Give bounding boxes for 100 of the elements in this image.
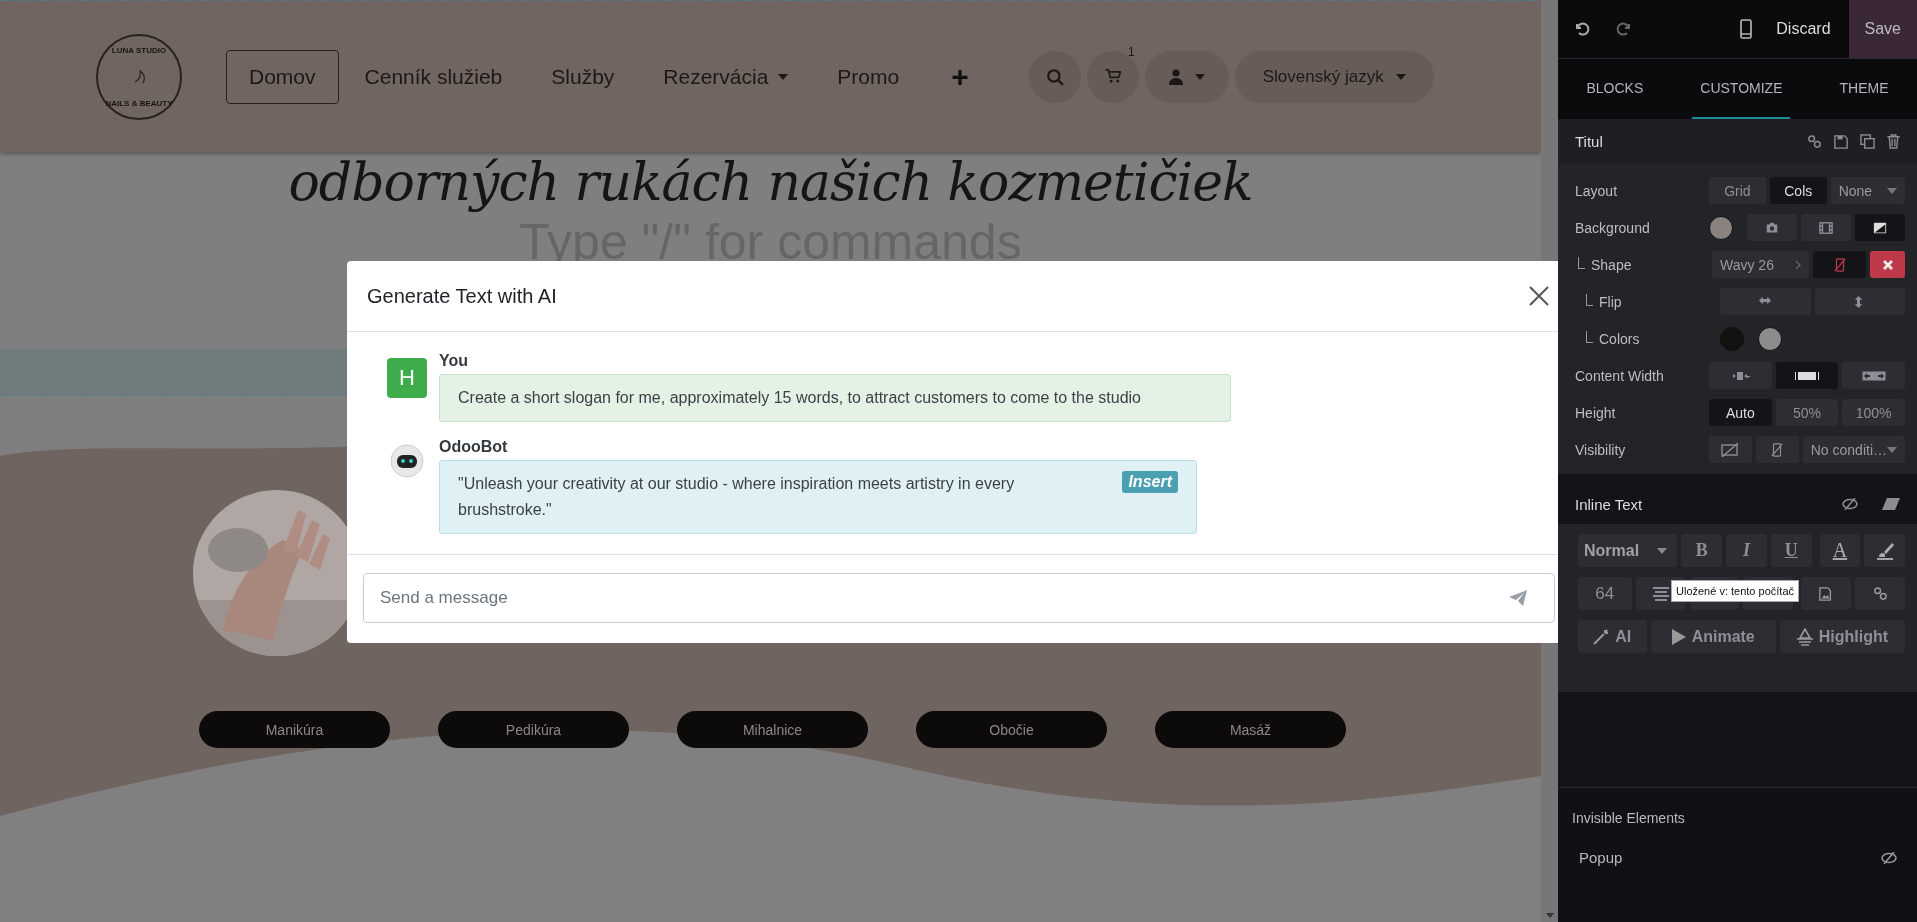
nav-link[interactable]: Domov	[226, 49, 339, 104]
service-button[interactable]: Mihalnice	[677, 711, 868, 748]
option-label: Background	[1575, 219, 1650, 236]
gradient-icon	[1871, 220, 1889, 235]
caret-icon	[1887, 187, 1897, 194]
close-icon	[1529, 286, 1549, 306]
user-avatar: H	[387, 358, 427, 398]
color-swatch[interactable]	[1709, 215, 1733, 240]
eraser-icon	[1882, 498, 1900, 510]
option-label: Shape	[1591, 256, 1632, 273]
delete-button[interactable]	[1887, 134, 1900, 149]
service-button[interactable]: Manikúra	[199, 711, 390, 748]
message-author: OdooBot	[439, 438, 508, 456]
tree-branch-icon	[1578, 256, 1585, 269]
message-text: "Unleash your creativity at our studio - where inspiration meets artistry in every brushstroke."	[458, 474, 1016, 520]
panel-tab[interactable]: THEME	[1831, 59, 1897, 119]
option-label: Visibility	[1575, 441, 1626, 458]
message-author: You	[439, 352, 469, 370]
icon-toggle[interactable]	[1855, 214, 1905, 241]
color-swatch[interactable]	[1720, 326, 1744, 351]
font-color-button[interactable]: A	[1819, 534, 1861, 567]
discard-button[interactable]: Discard	[1752, 0, 1849, 58]
align-icon	[1651, 586, 1670, 601]
icon-toggle[interactable]	[1720, 288, 1811, 315]
eye-off-icon	[1721, 442, 1740, 457]
invisible-element-item[interactable]: Popup	[1572, 848, 1903, 867]
play-icon	[1671, 628, 1686, 645]
hide-button[interactable]	[1842, 498, 1858, 510]
option-label: Layout	[1575, 182, 1618, 199]
nav-link[interactable]: Služby	[528, 49, 638, 104]
highlight-color-button[interactable]	[1864, 534, 1905, 567]
icon-toggle[interactable]	[1747, 214, 1797, 241]
trash-icon	[1887, 134, 1900, 149]
service-button[interactable]: Obočie	[916, 711, 1107, 748]
segment-option[interactable]: 50%	[1775, 399, 1839, 426]
icon-toggle[interactable]	[1709, 362, 1772, 389]
dropdown[interactable]: None	[1830, 177, 1905, 204]
service-button[interactable]: Pedikúra	[438, 711, 629, 748]
segment-option[interactable]: Cols	[1769, 177, 1827, 204]
format-button[interactable]: U	[1770, 534, 1812, 567]
dropdown[interactable]: No conditi…	[1802, 436, 1905, 463]
message-input[interactable]: Send a message	[363, 573, 1555, 623]
add-menu-item[interactable]: +	[951, 59, 969, 94]
save-block-button[interactable]	[1834, 134, 1848, 149]
segment-option[interactable]: Auto	[1709, 399, 1772, 426]
remove-button[interactable]	[1870, 251, 1905, 278]
image-button[interactable]	[1801, 577, 1852, 610]
redo-icon	[1616, 21, 1632, 37]
eraser-button[interactable]	[1882, 498, 1900, 510]
cart-icon	[1104, 69, 1121, 84]
text-style-dropdown[interactable]: Normal	[1578, 534, 1678, 567]
icon-toggle[interactable]	[1814, 288, 1905, 315]
action-button[interactable]: Highlight	[1779, 620, 1905, 653]
icon-toggle[interactable]	[1709, 436, 1752, 463]
tree-branch-icon	[1586, 293, 1593, 306]
link-icon	[1872, 586, 1888, 601]
language-selector[interactable]: Slovenský jazyk	[1234, 50, 1434, 103]
segment-option[interactable]: 100%	[1842, 399, 1905, 426]
icon-toggle[interactable]	[1775, 362, 1839, 389]
color-swatch[interactable]	[1758, 326, 1782, 351]
nav-link[interactable]: Promo	[814, 49, 923, 104]
caret-icon	[1657, 547, 1668, 554]
icon-toggle[interactable]	[1842, 362, 1905, 389]
magic-wand-icon	[1593, 628, 1610, 645]
icon-toggle[interactable]	[1801, 214, 1851, 241]
undo-icon	[1574, 21, 1590, 37]
service-button[interactable]: Masáž	[1155, 711, 1346, 748]
link-button[interactable]	[1855, 577, 1906, 610]
save-button[interactable]: Save	[1848, 0, 1917, 58]
option-label: Content Width	[1575, 367, 1664, 384]
robot-avatar	[390, 444, 424, 478]
nav-link[interactable]: Rezervácia	[640, 49, 812, 104]
eye-off-icon	[1881, 851, 1897, 864]
tooltip: Uložené v: tento počítač	[1671, 580, 1799, 602]
caret-icon	[1395, 73, 1406, 80]
option-label: Colors	[1599, 330, 1640, 347]
shape-selector[interactable]: Wavy 26	[1712, 251, 1810, 278]
link-button[interactable]	[1807, 134, 1822, 149]
panel-tab[interactable]: BLOCKS	[1578, 59, 1652, 119]
floppy-icon	[1834, 134, 1848, 149]
duplicate-button[interactable]	[1860, 134, 1875, 149]
action-button[interactable]: Animate	[1650, 620, 1776, 653]
segment-option[interactable]: Grid	[1709, 177, 1766, 204]
font-size-field[interactable]: 64	[1578, 577, 1632, 610]
format-button[interactable]: I	[1726, 534, 1767, 567]
caret-icon	[1194, 73, 1205, 80]
message-text: Create a short slogan for me, approximately 15 words, to attract customers to come to the studio	[458, 388, 1142, 408]
dialog-title: Generate Text with AI	[367, 284, 557, 308]
format-button[interactable]: B	[1681, 534, 1723, 567]
section-title: Invisible Elements	[1572, 810, 1686, 826]
icon-toggle[interactable]	[1755, 436, 1799, 463]
action-button[interactable]: AI	[1578, 620, 1647, 653]
send-icon	[1509, 590, 1527, 606]
icon-toggle[interactable]	[1813, 251, 1866, 278]
tree-branch-icon	[1586, 330, 1593, 343]
logo-text: LUNA STUDIO	[111, 45, 167, 55]
option-label: Flip	[1599, 293, 1622, 310]
insert-button[interactable]: Insert	[1122, 471, 1178, 493]
mobile-off-icon	[1770, 441, 1785, 458]
nav-link[interactable]: Cenník služieb	[341, 49, 526, 104]
